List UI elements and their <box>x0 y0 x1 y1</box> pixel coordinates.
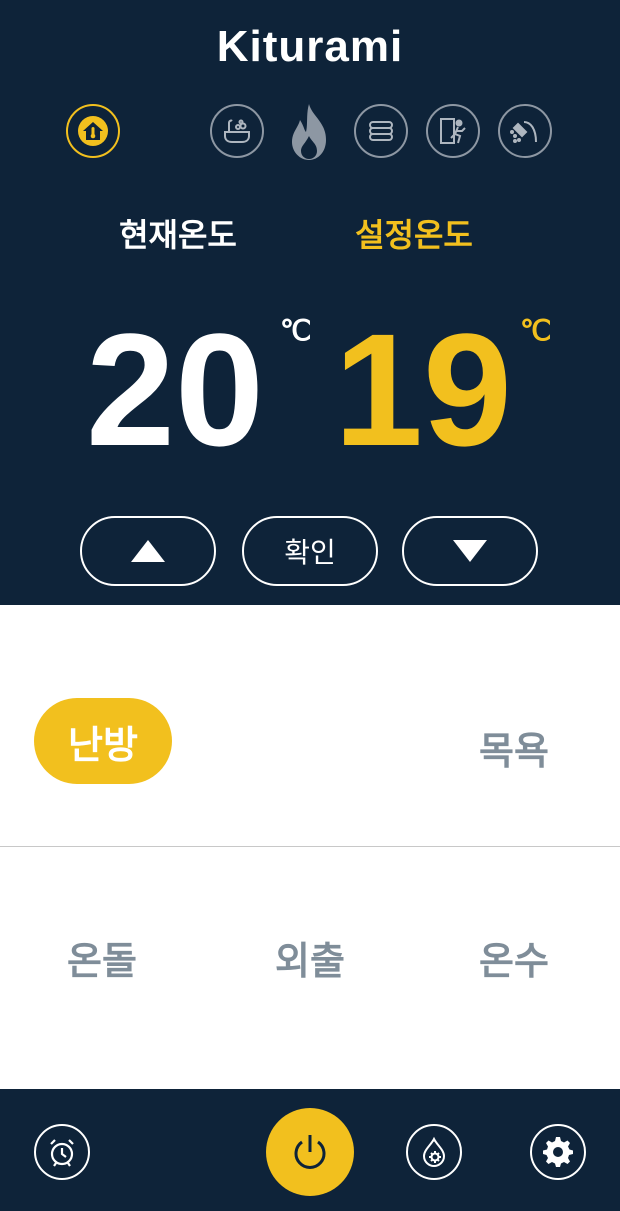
floor-heating-icon[interactable] <box>354 104 408 158</box>
logo-text: Kiturami <box>216 22 404 71</box>
mode-bath-button[interactable]: 목욕 <box>434 720 594 775</box>
settings-gear-icon[interactable] <box>530 1124 586 1180</box>
current-temp-label: 현재온도 <box>119 216 237 254</box>
kiturami-logo: Kiturami <box>0 22 620 72</box>
temp-up-button[interactable] <box>80 516 216 586</box>
bath-icon[interactable] <box>210 104 264 158</box>
alarm-clock-icon[interactable] <box>34 1124 90 1180</box>
shower-icon[interactable] <box>498 104 552 158</box>
set-temp-value: 19 <box>334 300 512 479</box>
current-temp-unit: ℃ <box>280 315 312 346</box>
arrow-down-icon <box>453 540 487 562</box>
arrow-up-icon <box>131 540 165 562</box>
mode-ondol-button[interactable]: 온돌 <box>22 930 182 985</box>
home-heating-icon[interactable] <box>66 104 120 158</box>
set-temp-unit: ℃ <box>520 315 552 346</box>
mode-heating-button[interactable]: 난방 <box>34 698 172 784</box>
set-temp-label: 설정온도 <box>355 216 473 254</box>
confirm-button[interactable]: 확인 <box>242 516 378 586</box>
water-gear-icon[interactable] <box>406 1124 462 1180</box>
away-exit-icon[interactable] <box>426 104 480 158</box>
divider <box>0 846 620 847</box>
power-button[interactable] <box>266 1108 354 1196</box>
current-temp-value: 20 <box>86 300 264 479</box>
power-icon <box>294 1135 326 1169</box>
mode-hot-water-button[interactable]: 온수 <box>434 930 594 985</box>
mode-away-button[interactable]: 외출 <box>230 930 390 985</box>
flame-icon[interactable] <box>284 102 334 162</box>
temp-down-button[interactable] <box>402 516 538 586</box>
thermostat-panel: Kiturami 현재온도 설정온도 20 ℃ 19 ℃ 확인 <box>0 0 620 605</box>
